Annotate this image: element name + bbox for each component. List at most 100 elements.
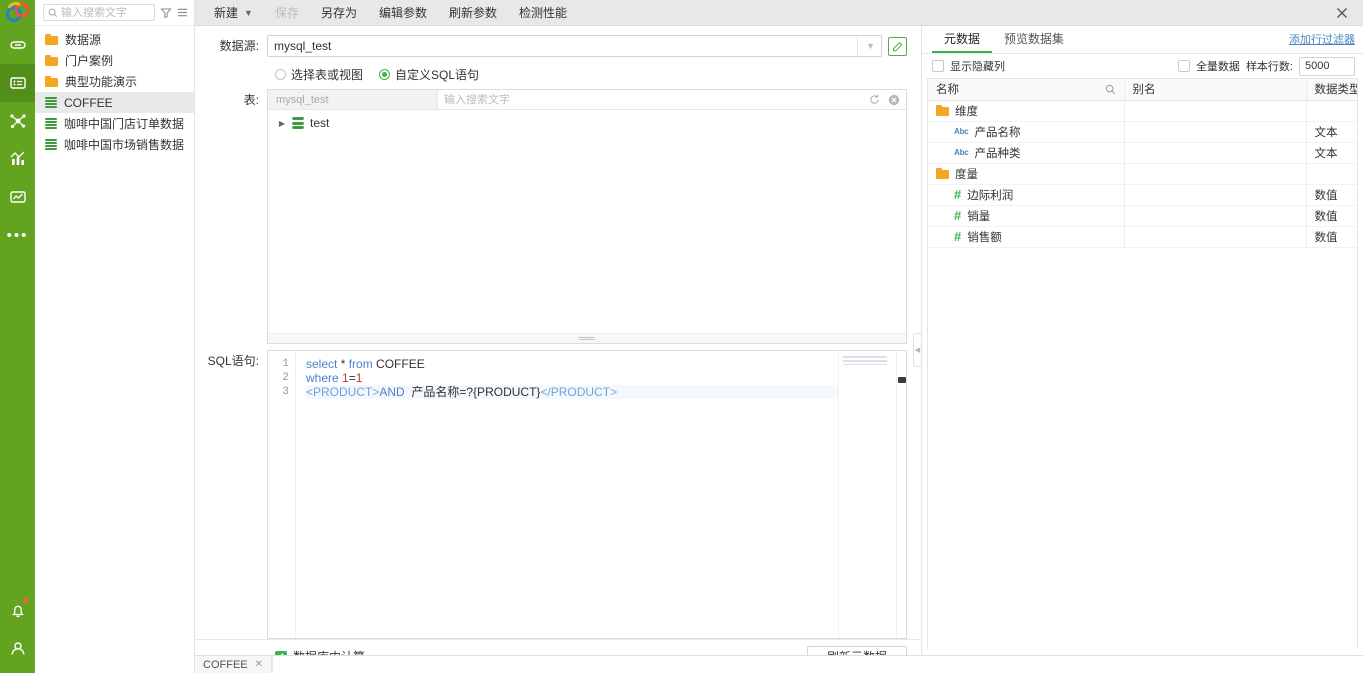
filter-icon[interactable] (160, 7, 172, 19)
resource-list: 数据源 门户案例 典型功能演示 COFFEE 咖啡中国门店订单数据 咖啡中国市场… (35, 26, 194, 673)
datasource-edit-button[interactable] (888, 36, 907, 56)
row-datatype (1306, 163, 1357, 185)
scrollbar-thumb[interactable] (898, 377, 906, 383)
toolbar-new-label: 新建 (214, 5, 239, 20)
toolbar-refresh-params-button[interactable]: 刷新参数 (438, 0, 508, 26)
resource-panel: 数据源 门户案例 典型功能演示 COFFEE 咖啡中国门店订单数据 咖啡中国市场… (35, 0, 195, 673)
column-header-datatype[interactable]: 数据类型 (1306, 79, 1357, 101)
datasource-select[interactable]: mysql_test ▼ (267, 35, 882, 57)
rail-item-dataset[interactable] (0, 64, 35, 102)
hash-icon: # (954, 187, 962, 202)
source-mode-radios: 选择表或视图 自定义SQL语句 (275, 66, 921, 83)
toolbar-save-button: 保存 (274, 5, 299, 20)
show-hidden-columns-checkbox[interactable]: 显示隐藏列 (932, 58, 1005, 74)
radio-indicator (275, 69, 286, 80)
row-alias[interactable] (1124, 121, 1307, 143)
list-item[interactable]: 咖啡中国市场销售数据 (35, 134, 194, 155)
resource-search-input[interactable] (61, 6, 150, 19)
checkbox-indicator (932, 60, 944, 72)
refresh-icon[interactable] (869, 94, 880, 105)
tree-node-test[interactable]: ▶ test (268, 114, 906, 132)
resource-search-box[interactable] (43, 4, 155, 21)
table-row-group[interactable]: 维度 (928, 100, 1357, 122)
tab-preview-dataset[interactable]: 预览数据集 (992, 26, 1076, 53)
folder-icon (45, 34, 58, 45)
table-search-input[interactable] (444, 93, 861, 106)
dataset-icon (45, 118, 57, 129)
table-row[interactable]: # 边际利润 数值 (928, 184, 1357, 206)
rail-item-notifications[interactable] (0, 597, 35, 635)
sql-editor[interactable]: 1 2 3 select * from COFFEE where 1=1 <PR… (267, 350, 907, 639)
table-row-group[interactable]: 度量 (928, 163, 1357, 185)
list-item[interactable]: 数据源 (35, 29, 194, 50)
sql-code-area[interactable]: select * from COFFEE where 1=1 <PRODUCT>… (296, 351, 838, 638)
row-name: 产品种类 (974, 147, 1021, 160)
row-alias[interactable] (1124, 100, 1307, 122)
tree-node-label: test (310, 116, 330, 130)
table-db-name: mysql_test (268, 90, 438, 109)
row-alias[interactable] (1124, 163, 1307, 185)
row-name: 销售额 (967, 231, 1002, 244)
table-search-box[interactable] (438, 90, 906, 109)
table-row[interactable]: # 销售额 数值 (928, 226, 1357, 248)
list-item-coffee[interactable]: COFFEE (35, 92, 194, 113)
sql-line-3: <PRODUCT>AND 产品名称=?{PRODUCT}</PRODUCT> (306, 385, 838, 399)
radio-select-table[interactable]: 选择表或视图 (275, 66, 363, 83)
rail-item-link[interactable] (0, 26, 35, 64)
list-menu-icon[interactable] (177, 7, 188, 18)
list-item[interactable]: 咖啡中国门店订单数据 (35, 113, 194, 134)
resource-panel-header (35, 0, 194, 26)
row-name: 边际利润 (967, 189, 1014, 202)
table-row[interactable]: Abc 产品种类 文本 (928, 142, 1357, 164)
row-alias[interactable] (1124, 205, 1307, 227)
hash-icon: # (954, 229, 962, 244)
collapse-handle-icon[interactable]: ◀ (913, 332, 922, 367)
table-row[interactable]: Abc 产品名称 文本 (928, 121, 1357, 143)
abc-icon: Abc (954, 127, 969, 136)
rail-item-data-connect[interactable] (0, 102, 35, 140)
rail-item-account[interactable] (0, 635, 35, 673)
edit-pencil-icon (892, 41, 902, 52)
full-data-checkbox[interactable]: 全量数据 (1177, 58, 1240, 74)
add-row-filter-link[interactable]: 添加行过滤器 (1289, 31, 1355, 47)
hash-icon: # (954, 208, 962, 223)
row-alias[interactable] (1124, 142, 1307, 164)
rail-item-more[interactable]: ••• (0, 216, 35, 254)
list-item[interactable]: 典型功能演示 (35, 71, 194, 92)
table-row[interactable]: # 销量 数值 (928, 205, 1357, 227)
row-alias[interactable] (1124, 184, 1307, 206)
tab-strip-empty (272, 656, 1363, 673)
row-datatype: 文本 (1306, 121, 1357, 143)
radio-indicator-selected (379, 69, 391, 80)
datasource-row: 数据源: mysql_test ▼ (195, 35, 921, 57)
rail-item-dashboard[interactable] (0, 178, 35, 216)
sql-vertical-scrollbar[interactable] (896, 351, 906, 638)
table-resize-grip[interactable] (268, 333, 906, 343)
toolbar-edit-params-button[interactable]: 编辑参数 (368, 0, 438, 26)
row-datatype: 数值 (1306, 205, 1357, 227)
chevron-right-icon[interactable]: ▶ (278, 119, 286, 128)
line-number: 1 (282, 358, 289, 370)
radio-custom-sql[interactable]: 自定义SQL语句 (379, 66, 479, 83)
row-name: 产品名称 (974, 126, 1021, 139)
column-header-name[interactable]: 名称 (928, 79, 1125, 101)
list-item[interactable]: 门户案例 (35, 50, 194, 71)
close-button[interactable] (1321, 0, 1363, 26)
toolbar-new-button[interactable]: 新建 ▼ (203, 0, 264, 26)
tab-metadata[interactable]: 元数据 (932, 26, 993, 53)
link-icon (9, 41, 26, 49)
column-header-alias[interactable]: 别名 (1124, 79, 1307, 101)
dataset-editor: 数据源: mysql_test ▼ 选择表或视图 自定义SQL语句 表: mys… (195, 26, 922, 673)
clear-circle-icon[interactable] (888, 94, 900, 106)
sql-minimap[interactable] (838, 351, 896, 638)
row-alias[interactable] (1124, 226, 1307, 248)
toolbar-check-performance-button[interactable]: 检测性能 (508, 0, 578, 26)
sample-rows-input[interactable] (1299, 56, 1355, 76)
row-datatype: 数值 (1306, 226, 1357, 248)
toolbar-save-as-button[interactable]: 另存为 (310, 0, 368, 26)
rail-item-analysis[interactable] (0, 140, 35, 178)
close-icon[interactable]: ✕ (255, 659, 263, 670)
doc-tab-coffee[interactable]: COFFEE ✕ (195, 656, 273, 673)
metadata-table: 名称 别名 数据类型 维度 Abc 产品名称 文本 Abc 产品种类 文本 度量… (928, 79, 1357, 248)
search-icon[interactable] (1105, 84, 1116, 95)
